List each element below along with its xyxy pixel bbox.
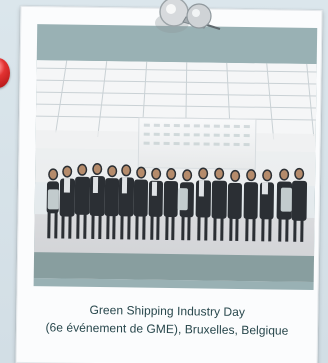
polaroid-frame: Green Shipping Industry Day (6e événemen…	[15, 5, 323, 363]
photo-caption: Green Shipping Industry Day (6e événemen…	[17, 300, 317, 340]
caption-line-2: (6e événement de GME), Bruxelles, Belgiq…	[45, 320, 289, 338]
group-photo	[33, 60, 317, 283]
photo-bottom-border	[33, 252, 315, 283]
thumbtack-icon	[152, 0, 224, 45]
photo-mat	[33, 24, 318, 291]
red-pushpin-icon	[0, 58, 10, 88]
photo-board: Green Shipping Industry Day (6e événemen…	[0, 0, 328, 363]
